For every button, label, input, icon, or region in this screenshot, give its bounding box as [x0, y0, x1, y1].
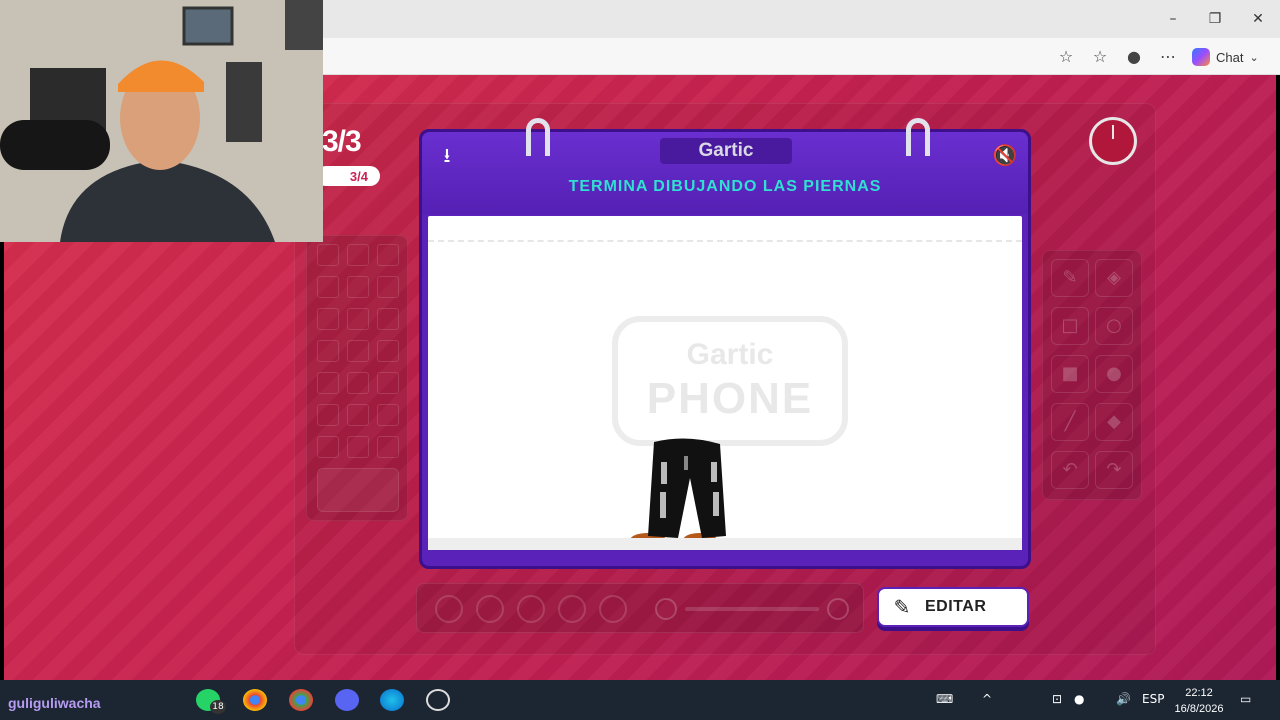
color-swatch[interactable] — [317, 276, 339, 298]
webcam-feed — [0, 0, 323, 242]
notebook-ring — [906, 118, 930, 156]
subround-badge: 3/4 — [316, 166, 380, 186]
screen: – ❐ ✕ ☆ ☆ ● ⋯ Chat ⌄ 3/3 3/4 ✎ ◈ □ ○ ■ ●… — [0, 0, 1280, 720]
notifications-icon[interactable]: ▭ — [1240, 692, 1251, 706]
color-swatch[interactable] — [317, 436, 339, 458]
subround-label: 3/4 — [349, 168, 368, 184]
more-options-icon[interactable]: ⋯ — [1157, 46, 1179, 68]
chrome-icon[interactable] — [243, 689, 267, 711]
ellipse-fill-icon[interactable]: ● — [1095, 355, 1133, 393]
redo-icon[interactable]: ↷ — [1095, 451, 1133, 489]
edit-button-label: EDITAR — [925, 598, 987, 615]
color-swatch[interactable] — [347, 404, 369, 426]
color-swatch[interactable] — [377, 244, 399, 266]
favorite-star-icon[interactable]: ☆ — [1055, 46, 1077, 68]
color-swatch[interactable] — [347, 436, 369, 458]
color-swatch[interactable] — [377, 308, 399, 330]
restore-button[interactable]: ❐ — [1202, 8, 1228, 30]
edge-icon[interactable] — [380, 689, 404, 711]
volume-icon[interactable]: 🔊 — [1116, 692, 1131, 706]
brush-size-option[interactable] — [558, 595, 586, 623]
undo-icon[interactable]: ↶ — [1051, 451, 1089, 489]
color-swatch[interactable] — [317, 244, 339, 266]
windows-taskbar: guliguliwacha 18 ⌨ ^ ⊡ ● 🔊 ESP 22:12 16/… — [0, 680, 1280, 720]
stream-username-overlay: guliguliwacha — [8, 695, 101, 711]
time: 22:12 — [1185, 687, 1213, 699]
color-swatch[interactable] — [347, 244, 369, 266]
profile-avatar-icon[interactable]: ● — [1123, 46, 1145, 68]
timer-hand — [1112, 125, 1114, 139]
copilot-icon — [1192, 48, 1210, 66]
color-swatch[interactable] — [347, 276, 369, 298]
opacity-slider-knob[interactable] — [827, 598, 849, 620]
opacity-slider-track[interactable] — [685, 607, 819, 611]
color-swatch[interactable] — [347, 308, 369, 330]
edit-button[interactable]: ✎ EDITAR — [877, 587, 1029, 627]
ellipse-outline-icon[interactable]: ○ — [1095, 307, 1133, 345]
timer-icon — [1089, 117, 1137, 165]
color-swatch[interactable] — [377, 404, 399, 426]
gartic-logo: Gartic — [660, 138, 792, 164]
eraser-icon[interactable]: ◈ — [1095, 259, 1133, 297]
webcam-overlay — [0, 0, 323, 242]
round-counter: 3/3 — [322, 125, 362, 158]
clock[interactable]: 22:12 16/8/2026 — [1170, 685, 1228, 717]
drawing-tools: ✎ ◈ □ ○ ■ ● ╱ ◆ ↶ ↷ — [1042, 250, 1142, 500]
pencil-icon: ✎ — [893, 595, 911, 619]
minimize-button[interactable]: – — [1160, 8, 1186, 30]
obs-icon[interactable] — [426, 689, 450, 711]
color-swatch[interactable] — [377, 276, 399, 298]
copilot-chat-button[interactable]: Chat ⌄ — [1192, 46, 1259, 68]
chrome-profile-icon[interactable] — [289, 689, 313, 711]
color-swatch[interactable] — [347, 340, 369, 362]
pencil-icon[interactable]: ✎ — [1051, 259, 1089, 297]
language-indicator[interactable]: ESP — [1142, 692, 1164, 706]
rectangle-outline-icon[interactable]: □ — [1051, 307, 1089, 345]
keyboard-icon[interactable]: ⌨ — [936, 692, 953, 706]
favorites-icon[interactable]: ☆ — [1089, 46, 1111, 68]
brush-size-option[interactable] — [476, 595, 504, 623]
download-icon[interactable]: ⭳ — [434, 142, 460, 168]
color-swatch[interactable] — [377, 436, 399, 458]
custom-color-swatch[interactable] — [317, 468, 399, 512]
date: 16/8/2026 — [1174, 703, 1224, 715]
brush-size-bar — [416, 583, 864, 633]
chevron-down-icon: ⌄ — [1249, 51, 1259, 64]
color-palette — [306, 235, 408, 521]
drawing-notebook: ⭳ Gartic 🔇 TERMINA DIBUJANDO LAS PIERNAS… — [419, 118, 1031, 569]
chevron-up-icon[interactable]: ^ — [982, 692, 992, 706]
color-swatch[interactable] — [377, 340, 399, 362]
notebook-ring — [526, 118, 550, 156]
drawing-canvas[interactable]: Gartic PHONE — [428, 216, 1022, 550]
color-swatch[interactable] — [317, 308, 339, 330]
color-swatch[interactable] — [317, 372, 339, 394]
color-swatch[interactable] — [317, 340, 339, 362]
brush-size-option[interactable] — [517, 595, 545, 623]
network-icon[interactable]: ⊡ — [1052, 692, 1062, 706]
brush-size-option[interactable] — [599, 595, 627, 623]
pants-drawing — [630, 438, 726, 547]
color-swatch[interactable] — [377, 372, 399, 394]
instruction-text: TERMINA DIBUJANDO LAS PIERNAS — [568, 178, 882, 195]
brush-size-option[interactable] — [435, 595, 463, 623]
rectangle-fill-icon[interactable]: ■ — [1051, 355, 1089, 393]
chat-label: Chat — [1216, 49, 1244, 65]
microphone-icon[interactable]: ● — [1074, 692, 1084, 706]
color-swatch[interactable] — [317, 404, 339, 426]
line-icon[interactable]: ╱ — [1051, 403, 1089, 441]
whatsapp-badge: 18 — [210, 700, 226, 714]
discord-icon[interactable] — [335, 689, 359, 711]
fill-bucket-icon[interactable]: ◆ — [1095, 403, 1133, 441]
color-swatch[interactable] — [347, 372, 369, 394]
canvas-bottom-edge — [428, 538, 1022, 550]
notebook-header: ⭳ Gartic 🔇 TERMINA DIBUJANDO LAS PIERNAS — [422, 132, 1028, 214]
mute-icon[interactable]: 🔇 — [992, 142, 1018, 168]
opacity-slider-start[interactable] — [655, 598, 677, 620]
close-window-button[interactable]: ✕ — [1245, 8, 1271, 30]
